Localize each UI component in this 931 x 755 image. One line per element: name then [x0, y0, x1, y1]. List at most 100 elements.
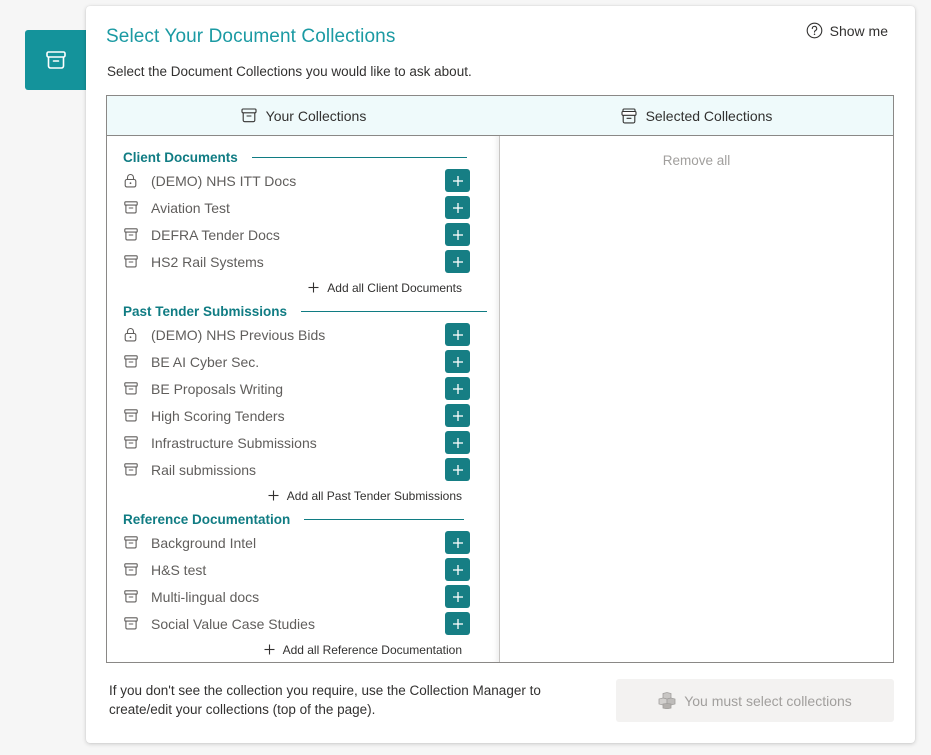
- selected-collections-header: Selected Collections: [500, 96, 893, 135]
- collection-item: (DEMO) NHS Previous Bids: [107, 321, 499, 348]
- collection-item: BE Proposals Writing: [107, 375, 499, 402]
- plus-icon: [264, 644, 275, 655]
- collection-item: HS2 Rail Systems: [107, 248, 499, 275]
- collections-side-tab[interactable]: [25, 30, 87, 90]
- add-all-button[interactable]: Add all Client Documents: [107, 275, 499, 300]
- add-collection-button[interactable]: [445, 223, 470, 246]
- collection-name: Social Value Case Studies: [151, 615, 315, 632]
- collection-name: Aviation Test: [151, 199, 230, 216]
- help-circle-icon: [806, 22, 822, 39]
- archive-icon: [124, 463, 138, 477]
- show-me-label: Show me: [829, 22, 888, 39]
- page-title: Select Your Document Collections: [106, 26, 396, 47]
- group-title-label: Past Tender Submissions: [123, 303, 288, 319]
- submit-button[interactable]: You must select collections: [616, 679, 894, 722]
- group-divider: [304, 518, 465, 520]
- collections-box: Your Collections Selected Collections Cl…: [106, 95, 894, 663]
- group-title: Client Documents: [107, 147, 499, 167]
- group-title-label: Client Documents: [123, 149, 238, 165]
- collection-item: (DEMO) NHS ITT Docs: [107, 167, 499, 194]
- add-collection-button[interactable]: [445, 585, 470, 608]
- archive-icon: [124, 436, 138, 450]
- add-collection-button[interactable]: [445, 531, 470, 554]
- plus-icon: [452, 591, 464, 603]
- add-all-button[interactable]: Add all Reference Documentation: [107, 637, 499, 662]
- submit-label: You must select collections: [684, 692, 852, 709]
- archive-icon: [124, 255, 138, 269]
- add-collection-button[interactable]: [445, 558, 470, 581]
- add-collection-button[interactable]: [445, 350, 470, 373]
- add-collection-button[interactable]: [445, 612, 470, 635]
- group-divider: [301, 310, 488, 312]
- plus-icon: [452, 410, 464, 422]
- plus-icon: [452, 175, 464, 187]
- add-collection-button[interactable]: [445, 431, 470, 454]
- plus-icon: [452, 437, 464, 449]
- collection-name: (DEMO) NHS ITT Docs: [151, 172, 297, 189]
- group-title: Reference Documentation: [107, 509, 499, 529]
- collection-item: H&S test: [107, 556, 499, 583]
- cubes-icon: [658, 692, 676, 709]
- lock-icon: [124, 174, 138, 188]
- collection-name: Infrastructure Submissions: [151, 434, 317, 451]
- collection-name: Multi-lingual docs: [151, 588, 260, 605]
- plus-icon: [452, 537, 464, 549]
- lock-icon: [124, 328, 138, 342]
- collection-item: High Scoring Tenders: [107, 402, 499, 429]
- plus-icon: [452, 229, 464, 241]
- collection-name: DEFRA Tender Docs: [151, 226, 280, 243]
- plus-icon: [268, 490, 279, 501]
- collection-item: Rail submissions: [107, 456, 499, 483]
- archive-multiple-icon: [621, 107, 637, 123]
- remove-all-button[interactable]: Remove all: [500, 153, 893, 168]
- group-title-label: Reference Documentation: [123, 511, 291, 527]
- collections-header: Your Collections Selected Collections: [107, 96, 893, 136]
- collection-item: Aviation Test: [107, 194, 499, 221]
- plus-icon: [452, 356, 464, 368]
- add-collection-button[interactable]: [445, 323, 470, 346]
- archive-icon: [124, 536, 138, 550]
- selected-collections-label: Selected Collections: [645, 107, 773, 124]
- archive-icon: [124, 409, 138, 423]
- collection-manager-hint: If you don't see the collection you requ…: [109, 683, 541, 717]
- collection-item: Multi-lingual docs: [107, 583, 499, 610]
- add-collection-button[interactable]: [445, 250, 470, 273]
- add-all-label: Add all Client Documents: [327, 280, 462, 295]
- add-collection-button[interactable]: [445, 458, 470, 481]
- your-collections-label: Your Collections: [265, 107, 367, 124]
- collection-name: H&S test: [151, 561, 207, 578]
- show-me-button[interactable]: Show me: [806, 22, 888, 39]
- archive-icon: [124, 382, 138, 396]
- add-all-button[interactable]: Add all Past Tender Submissions: [107, 483, 499, 508]
- collection-selector-panel: Select Your Document Collections Show me…: [86, 6, 915, 743]
- add-collection-button[interactable]: [445, 404, 470, 427]
- collection-name: BE Proposals Writing: [151, 380, 284, 397]
- collection-item: DEFRA Tender Docs: [107, 221, 499, 248]
- archive-icon: [241, 108, 257, 123]
- add-all-label: Add all Reference Documentation: [282, 642, 462, 657]
- add-collection-button[interactable]: [445, 377, 470, 400]
- plus-icon: [452, 383, 464, 395]
- add-collection-button[interactable]: [445, 196, 470, 219]
- collection-item: Social Value Case Studies: [107, 610, 499, 637]
- archive-icon: [124, 563, 138, 577]
- your-collections-list: Client Documents (DEMO) NHS ITT Docs Aviat…: [107, 136, 500, 662]
- collection-item: Infrastructure Submissions: [107, 429, 499, 456]
- archive-icon: [46, 51, 66, 69]
- collection-name: Rail submissions: [151, 461, 257, 478]
- add-all-label: Add all Past Tender Submissions: [286, 488, 462, 503]
- plus-icon: [452, 202, 464, 214]
- collection-item: BE AI Cyber Sec.: [107, 348, 499, 375]
- plus-icon: [308, 282, 319, 293]
- plus-icon: [452, 256, 464, 268]
- collection-name: (DEMO) NHS Previous Bids: [151, 326, 326, 343]
- archive-icon: [124, 228, 138, 242]
- archive-icon: [124, 201, 138, 215]
- archive-icon: [124, 617, 138, 631]
- archive-icon: [124, 590, 138, 604]
- plus-icon: [452, 618, 464, 630]
- add-collection-button[interactable]: [445, 169, 470, 192]
- collection-item: Background Intel: [107, 529, 499, 556]
- selected-collections-list: Remove all: [500, 136, 893, 662]
- collection-name: Background Intel: [151, 534, 257, 551]
